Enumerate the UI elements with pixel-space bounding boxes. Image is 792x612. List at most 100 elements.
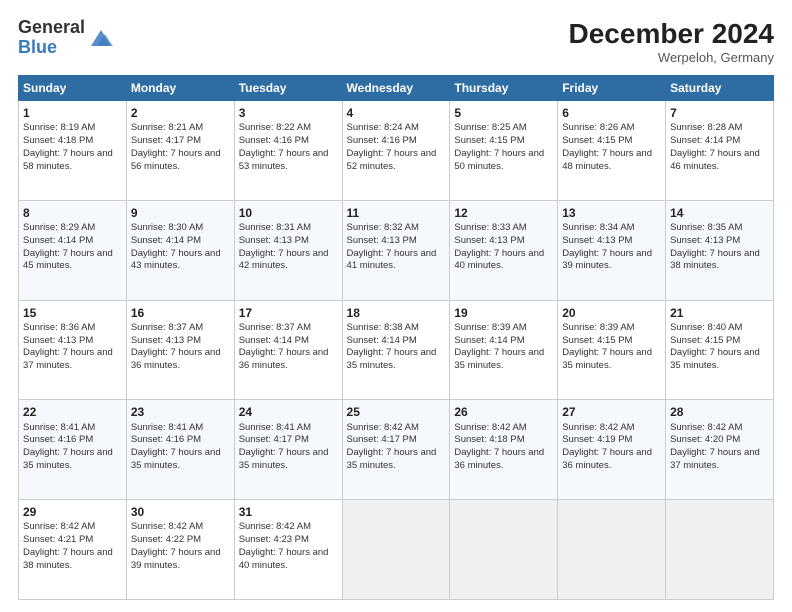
sunset: Sunset: 4:13 PM xyxy=(347,235,417,246)
calendar-cell: 24Sunrise: 8:41 AMSunset: 4:17 PMDayligh… xyxy=(234,400,342,500)
sunrise: Sunrise: 8:21 AM xyxy=(131,122,203,133)
sunset: Sunset: 4:23 PM xyxy=(239,534,309,545)
calendar-cell: 2Sunrise: 8:21 AM Sunset: 4:17 PM Daylight… xyxy=(126,101,234,201)
calendar-week-row: 29Sunrise: 8:42 AMSunset: 4:21 PMDayligh… xyxy=(19,500,774,600)
calendar-cell: 22Sunrise: 8:41 AMSunset: 4:16 PMDayligh… xyxy=(19,400,127,500)
sunset: Sunset: 4:17 PM xyxy=(347,434,417,445)
title-area: December 2024 Werpeloh, Germany xyxy=(569,18,774,65)
sunrise: Sunrise: 8:37 AM xyxy=(239,322,311,333)
sunrise: Sunrise: 8:32 AM xyxy=(347,222,419,233)
calendar-cell: 25Sunrise: 8:42 AMSunset: 4:17 PMDayligh… xyxy=(342,400,450,500)
calendar-cell: 13Sunrise: 8:34 AMSunset: 4:13 PMDayligh… xyxy=(558,200,666,300)
sunrise: Sunrise: 8:26 AM xyxy=(562,122,634,133)
sunrise: Sunrise: 8:19 AM xyxy=(23,122,95,133)
calendar-cell: 10Sunrise: 8:31 AMSunset: 4:13 PMDayligh… xyxy=(234,200,342,300)
day-number: 14 xyxy=(670,205,769,221)
sunset: Sunset: 4:13 PM xyxy=(23,335,93,346)
page: General Blue December 2024 Werpeloh, Ger… xyxy=(0,0,792,612)
day-number: 22 xyxy=(23,404,122,420)
day-number: 12 xyxy=(454,205,553,221)
header: General Blue December 2024 Werpeloh, Ger… xyxy=(18,18,774,65)
daylight: Daylight: 7 hours and 45 minutes. xyxy=(23,248,113,272)
sunrise: Sunrise: 8:24 AM xyxy=(347,122,419,133)
calendar-cell: 7Sunrise: 8:28 AM Sunset: 4:14 PM Daylight… xyxy=(666,101,774,201)
day-number: 27 xyxy=(562,404,661,420)
col-header-monday: Monday xyxy=(126,76,234,101)
sunset: Sunset: 4:15 PM xyxy=(670,335,740,346)
sunset: Sunset: 4:18 PM xyxy=(23,135,93,146)
sunrise: Sunrise: 8:42 AM xyxy=(347,422,419,433)
calendar-cell: 1Sunrise: 8:19 AMSunset: 4:18 PMDaylight… xyxy=(19,101,127,201)
calendar-cell: 21Sunrise: 8:40 AMSunset: 4:15 PMDayligh… xyxy=(666,300,774,400)
daylight: Daylight: 7 hours and 35 minutes. xyxy=(239,447,329,471)
day-number: 26 xyxy=(454,404,553,420)
calendar-cell: 18Sunrise: 8:38 AMSunset: 4:14 PMDayligh… xyxy=(342,300,450,400)
col-header-tuesday: Tuesday xyxy=(234,76,342,101)
daylight: Daylight: 7 hours and 41 minutes. xyxy=(347,248,437,272)
daylight: Daylight: 7 hours and 46 minutes. xyxy=(670,148,760,172)
sunrise: Sunrise: 8:25 AM xyxy=(454,122,526,133)
calendar-week-row: 1Sunrise: 8:19 AMSunset: 4:18 PMDaylight… xyxy=(19,101,774,201)
daylight: Daylight: 7 hours and 36 minutes. xyxy=(239,347,329,371)
day-number: 3 xyxy=(239,105,338,121)
daylight: Daylight: 7 hours and 38 minutes. xyxy=(23,547,113,571)
calendar-cell: 16Sunrise: 8:37 AMSunset: 4:13 PMDayligh… xyxy=(126,300,234,400)
daylight: Daylight: 7 hours and 48 minutes. xyxy=(562,148,652,172)
day-number: 2 xyxy=(131,105,230,121)
sunset: Sunset: 4:13 PM xyxy=(239,235,309,246)
sunset: Sunset: 4:16 PM xyxy=(239,135,309,146)
daylight: Daylight: 7 hours and 56 minutes. xyxy=(131,148,221,172)
day-number: 30 xyxy=(131,504,230,520)
sunrise: Sunrise: 8:28 AM xyxy=(670,122,742,133)
sunset: Sunset: 4:16 PM xyxy=(23,434,93,445)
day-number: 18 xyxy=(347,305,446,321)
sunrise: Sunrise: 8:29 AM xyxy=(23,222,95,233)
sunrise: Sunrise: 8:35 AM xyxy=(670,222,742,233)
sunset: Sunset: 4:13 PM xyxy=(562,235,632,246)
month-title: December 2024 xyxy=(569,18,774,50)
sunset: Sunset: 4:14 PM xyxy=(670,135,740,146)
daylight: Daylight: 7 hours and 43 minutes. xyxy=(131,248,221,272)
calendar-cell: 17Sunrise: 8:37 AM Sunset: 4:14 PMDayligh… xyxy=(234,300,342,400)
day-number: 19 xyxy=(454,305,553,321)
sunset: Sunset: 4:15 PM xyxy=(562,335,632,346)
col-header-saturday: Saturday xyxy=(666,76,774,101)
calendar-cell xyxy=(342,500,450,600)
day-number: 25 xyxy=(347,404,446,420)
day-number: 17 xyxy=(239,305,338,321)
sunrise: Sunrise: 8:39 AM xyxy=(562,322,634,333)
daylight: Daylight: 7 hours and 35 minutes. xyxy=(23,447,113,471)
logo: General Blue xyxy=(18,18,115,58)
daylight: Daylight: 7 hours and 35 minutes. xyxy=(562,347,652,371)
sunset: Sunset: 4:17 PM xyxy=(239,434,309,445)
sunset: Sunset: 4:17 PM xyxy=(131,135,201,146)
sunset: Sunset: 4:16 PM xyxy=(131,434,201,445)
day-number: 29 xyxy=(23,504,122,520)
calendar-cell xyxy=(666,500,774,600)
sunrise: Sunrise: 8:42 AM xyxy=(670,422,742,433)
col-header-sunday: Sunday xyxy=(19,76,127,101)
sunset: Sunset: 4:14 PM xyxy=(239,335,309,346)
daylight: Daylight: 7 hours and 40 minutes. xyxy=(454,248,544,272)
calendar-cell xyxy=(558,500,666,600)
sunrise: Sunrise: 8:40 AM xyxy=(670,322,742,333)
day-number: 7 xyxy=(670,105,769,121)
day-number: 10 xyxy=(239,205,338,221)
sunset: Sunset: 4:15 PM xyxy=(562,135,632,146)
col-header-thursday: Thursday xyxy=(450,76,558,101)
daylight: Daylight: 7 hours and 58 minutes. xyxy=(23,148,113,172)
sunset: Sunset: 4:14 PM xyxy=(23,235,93,246)
sunrise: Sunrise: 8:42 AM xyxy=(131,521,203,532)
sunset: Sunset: 4:21 PM xyxy=(23,534,93,545)
calendar-cell: 31Sunrise: 8:42 AMSunset: 4:23 PMDayligh… xyxy=(234,500,342,600)
calendar-cell xyxy=(450,500,558,600)
sunrise: Sunrise: 8:38 AM xyxy=(347,322,419,333)
calendar-cell: 19Sunrise: 8:39 AMSunset: 4:14 PMDayligh… xyxy=(450,300,558,400)
sunset: Sunset: 4:16 PM xyxy=(347,135,417,146)
sunset: Sunset: 4:13 PM xyxy=(454,235,524,246)
sunset: Sunset: 4:18 PM xyxy=(454,434,524,445)
col-header-friday: Friday xyxy=(558,76,666,101)
day-number: 8 xyxy=(23,205,122,221)
sunrise: Sunrise: 8:42 AM xyxy=(23,521,95,532)
calendar-cell: 30Sunrise: 8:42 AMSunset: 4:22 PMDayligh… xyxy=(126,500,234,600)
